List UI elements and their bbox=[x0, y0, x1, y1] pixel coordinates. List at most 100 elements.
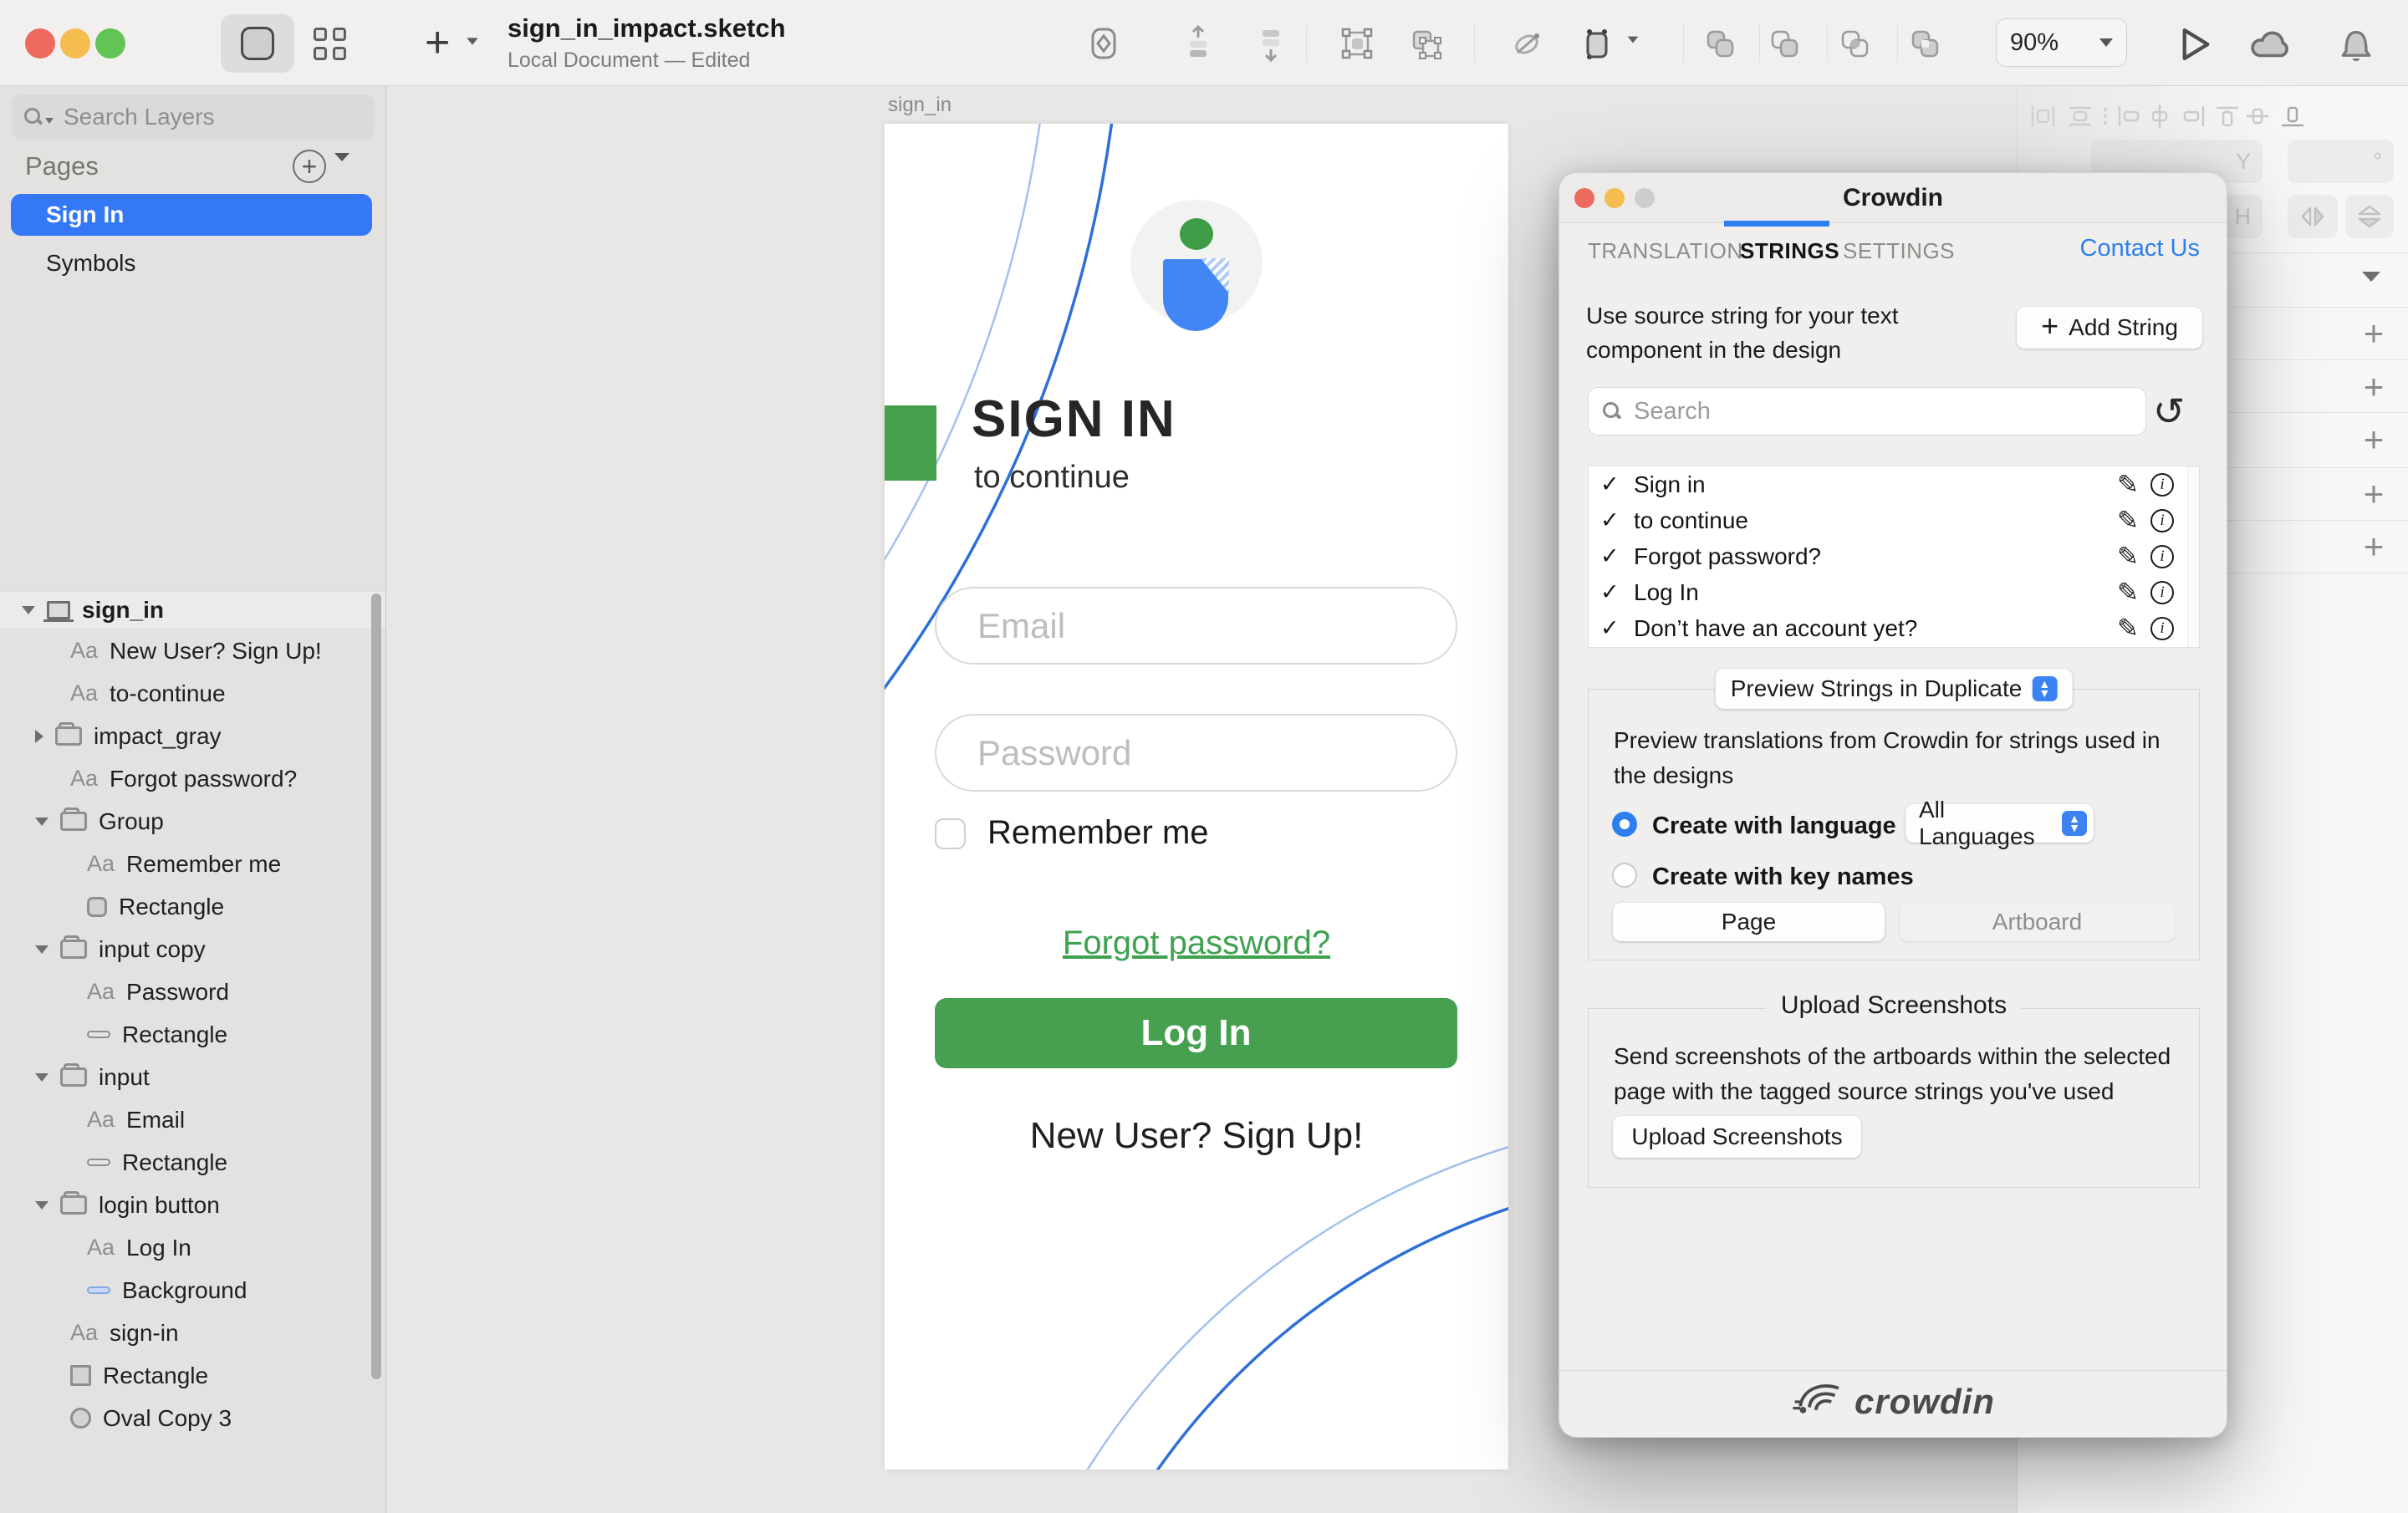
forgot-password-link[interactable]: Forgot password? bbox=[885, 925, 1508, 962]
boolean-subtract-button[interactable] bbox=[1763, 22, 1806, 65]
layer-row[interactable]: Rectangle bbox=[0, 1141, 385, 1184]
minimize-window-button[interactable] bbox=[60, 28, 90, 59]
add-fill-button[interactable]: + bbox=[2357, 367, 2390, 407]
headline-accent-bar[interactable] bbox=[885, 405, 936, 481]
create-with-key-names-radio[interactable] bbox=[1612, 863, 1637, 888]
string-search-field[interactable] bbox=[1588, 387, 2146, 436]
sign-in-headline[interactable]: SIGN IN bbox=[972, 390, 1176, 449]
create-with-language-label[interactable]: Create with language bbox=[1652, 813, 1896, 840]
layer-row[interactable]: input copy bbox=[0, 928, 385, 970]
edit-string-icon[interactable]: ✎ bbox=[2117, 506, 2139, 536]
layer-row[interactable]: Group bbox=[0, 800, 385, 843]
create-with-language-radio[interactable] bbox=[1612, 812, 1637, 837]
add-page-button[interactable]: + bbox=[293, 150, 326, 183]
layer-row[interactable]: AaEmail bbox=[0, 1098, 385, 1141]
plugin-titlebar[interactable]: Crowdin bbox=[1559, 173, 2227, 223]
flip-horizontal-button[interactable] bbox=[2288, 195, 2338, 238]
add-border-button[interactable]: + bbox=[2357, 420, 2390, 460]
search-layers-field[interactable] bbox=[12, 94, 375, 140]
frame-tool-button[interactable] bbox=[1575, 22, 1619, 65]
alignment-toolbar[interactable] bbox=[2028, 101, 2362, 131]
remember-me-checkbox[interactable] bbox=[935, 818, 966, 849]
string-info-icon[interactable]: i bbox=[2150, 581, 2174, 604]
remember-me-label[interactable]: Remember me bbox=[987, 814, 1209, 852]
layer-row[interactable]: Rectangle bbox=[0, 885, 385, 928]
layer-row[interactable]: Aato-continue bbox=[0, 672, 385, 715]
create-symbol-button[interactable] bbox=[1082, 22, 1125, 65]
artboard-button[interactable]: Artboard bbox=[1900, 903, 2175, 941]
add-style-button[interactable]: + bbox=[2357, 313, 2390, 354]
chevron-down-icon[interactable] bbox=[35, 1201, 48, 1210]
boolean-difference-button[interactable] bbox=[1903, 22, 1946, 65]
sidebar-page-symbols[interactable]: Symbols bbox=[46, 250, 135, 277]
layer-row[interactable]: login button bbox=[0, 1184, 385, 1226]
list-scrollbar[interactable] bbox=[2187, 466, 2199, 647]
boolean-union-button[interactable] bbox=[1698, 22, 1742, 65]
zoom-window-button[interactable] bbox=[95, 28, 125, 59]
refresh-strings-button[interactable]: ↻ bbox=[2153, 389, 2186, 434]
ungroup-button[interactable] bbox=[1404, 22, 1447, 65]
chevron-right-icon[interactable] bbox=[35, 730, 43, 743]
cloud-sync-button[interactable] bbox=[2247, 25, 2298, 68]
layer-row[interactable]: impact_gray bbox=[0, 715, 385, 757]
frame-tool-chevron-icon[interactable] bbox=[1625, 35, 1640, 44]
layer-row[interactable]: Background bbox=[0, 1269, 385, 1312]
sidebar-page-sign-in[interactable]: Sign In bbox=[11, 194, 372, 236]
move-forward-button[interactable] bbox=[1176, 22, 1220, 65]
close-window-button[interactable] bbox=[25, 28, 55, 59]
rotation-field[interactable]: ° bbox=[2288, 140, 2394, 183]
sidebar-scrollbar[interactable] bbox=[371, 593, 381, 1379]
layer-row[interactable]: Oval Copy 3 bbox=[0, 1397, 385, 1439]
chevron-down-icon[interactable] bbox=[35, 945, 48, 954]
string-row[interactable]: ✓ Sign in ✎ i bbox=[1589, 466, 2199, 502]
add-string-button[interactable]: + Add String bbox=[2017, 307, 2202, 349]
layer-row[interactable]: AaNew User? Sign Up! bbox=[0, 629, 385, 672]
string-row[interactable]: ✓ Forgot password? ✎ i bbox=[1589, 538, 2199, 574]
contact-us-link[interactable]: Contact Us bbox=[2080, 235, 2200, 262]
preview-strings-in-duplicate-button[interactable]: Preview Strings in Duplicate bbox=[1716, 669, 2073, 709]
artboard-layer-header[interactable]: sign_in bbox=[0, 591, 385, 629]
string-info-icon[interactable]: i bbox=[2150, 617, 2174, 640]
flip-vertical-button[interactable] bbox=[2345, 195, 2394, 238]
tab-strings[interactable]: STRINGS bbox=[1740, 238, 1839, 264]
sign-in-subheadline[interactable]: to continue bbox=[974, 460, 1130, 496]
upload-screenshots-button[interactable]: Upload Screenshots bbox=[1613, 1116, 1861, 1158]
password-field[interactable]: Password bbox=[935, 714, 1457, 792]
string-row[interactable]: ✓ Don’t have an account yet? ✎ i bbox=[1589, 610, 2199, 646]
move-backward-button[interactable] bbox=[1249, 22, 1293, 65]
section-collapse-chevron-icon[interactable] bbox=[2362, 272, 2380, 282]
layer-row[interactable]: AaRemember me bbox=[0, 843, 385, 885]
layer-row[interactable]: input bbox=[0, 1056, 385, 1098]
edit-string-icon[interactable]: ✎ bbox=[2117, 614, 2139, 644]
boolean-intersect-button[interactable] bbox=[1833, 22, 1876, 65]
create-with-key-names-label[interactable]: Create with key names bbox=[1652, 863, 1914, 891]
layer-row[interactable]: AaLog In bbox=[0, 1226, 385, 1269]
string-info-icon[interactable]: i bbox=[2150, 509, 2174, 532]
artboard-canvas-label[interactable]: sign_in bbox=[888, 94, 951, 117]
artboard[interactable]: SIGN IN to continue Email Password Remem… bbox=[885, 124, 1508, 1470]
insert-button[interactable]: + bbox=[425, 18, 450, 67]
string-row[interactable]: ✓ Log In ✎ i bbox=[1589, 574, 2199, 610]
layer-row[interactable]: Rectangle bbox=[0, 1354, 385, 1397]
pages-collapse-chevron-icon[interactable] bbox=[334, 161, 349, 176]
add-blur-button[interactable]: + bbox=[2357, 527, 2390, 567]
chevron-down-icon[interactable] bbox=[22, 606, 35, 614]
layer-row[interactable]: AaPassword bbox=[0, 970, 385, 1013]
language-select[interactable]: All Languages bbox=[1905, 804, 2094, 843]
email-field[interactable]: Email bbox=[935, 587, 1457, 665]
notifications-button[interactable] bbox=[2336, 22, 2376, 69]
edit-string-icon[interactable]: ✎ bbox=[2117, 578, 2139, 608]
edit-shape-button[interactable] bbox=[1505, 22, 1548, 65]
edit-string-icon[interactable]: ✎ bbox=[2117, 542, 2139, 572]
tab-settings[interactable]: SETTINGS bbox=[1843, 238, 1955, 264]
group-button[interactable] bbox=[1335, 22, 1379, 65]
chevron-down-icon[interactable] bbox=[35, 818, 48, 826]
grid-view-toggle[interactable] bbox=[301, 14, 358, 73]
tab-translation[interactable]: TRANSLATION bbox=[1588, 238, 1743, 264]
add-shadow-button[interactable]: + bbox=[2357, 474, 2390, 514]
string-row[interactable]: ✓ to continue ✎ i bbox=[1589, 502, 2199, 538]
search-layers-input[interactable] bbox=[62, 103, 338, 131]
sign-up-text[interactable]: New User? Sign Up! bbox=[885, 1115, 1508, 1157]
layer-row[interactable]: Rectangle bbox=[0, 1013, 385, 1056]
edit-string-icon[interactable]: ✎ bbox=[2117, 470, 2139, 500]
